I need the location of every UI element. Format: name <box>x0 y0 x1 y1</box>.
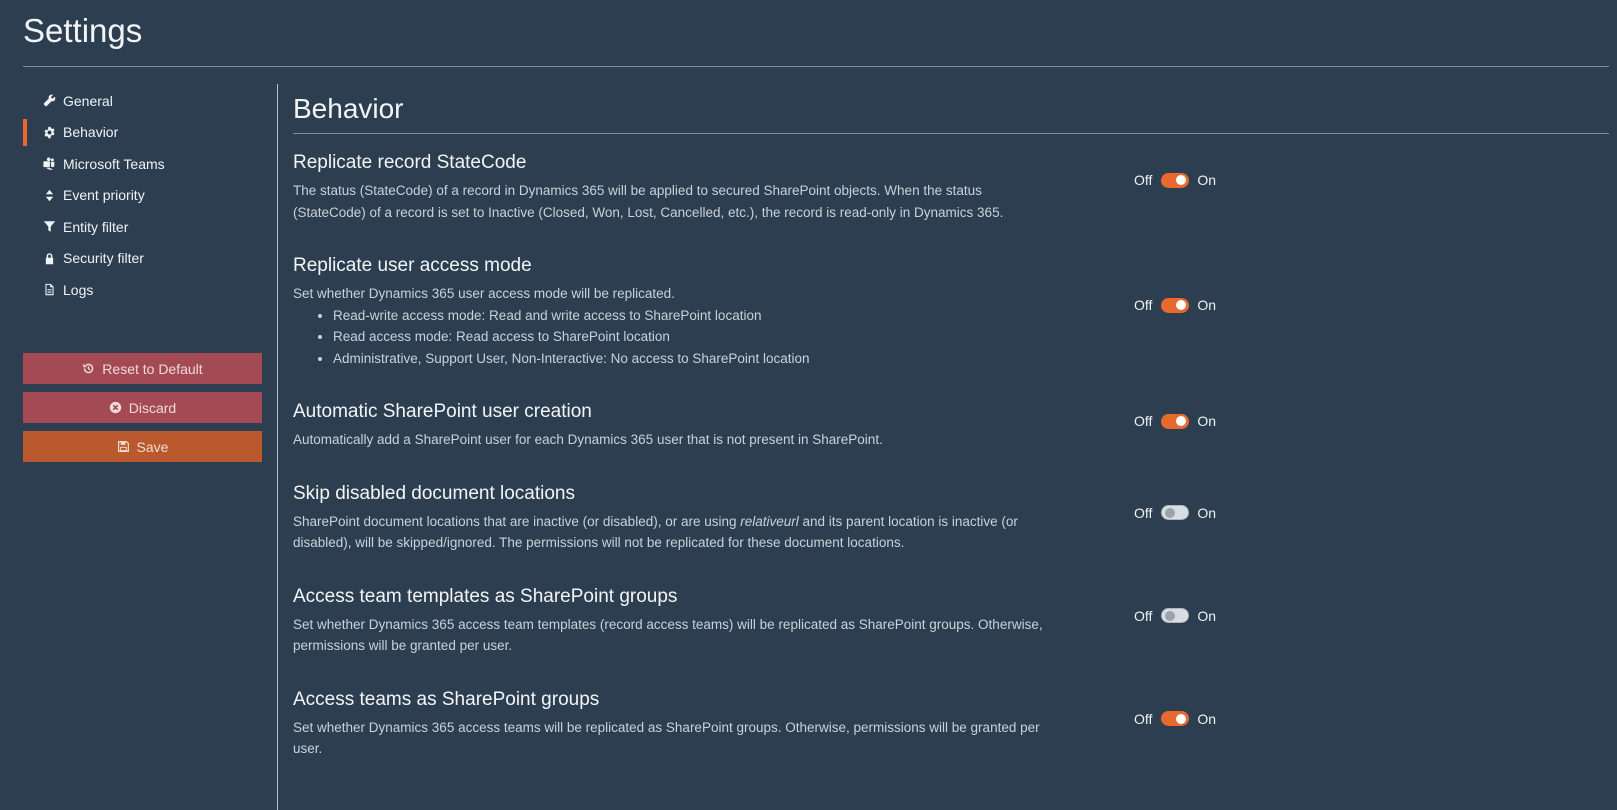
behavior-panel: Behavior Replicate record StateCode The … <box>293 84 1609 760</box>
toggle-on-label: On <box>1197 504 1217 521</box>
setting-title: Replicate user access mode <box>293 255 532 276</box>
floppy-disk-icon <box>117 441 129 452</box>
filter-icon <box>40 220 58 233</box>
lock-icon <box>40 252 58 265</box>
reset-to-default-button[interactable]: Reset to Default <box>23 353 262 384</box>
replicate-statecode-toggle[interactable] <box>1161 172 1190 188</box>
toggle-off-label: Off <box>1134 413 1153 429</box>
list-item: Read access mode: Read access to SharePo… <box>333 326 1043 348</box>
replicate-user-access-mode-toggle[interactable] <box>1161 297 1190 313</box>
discard-label: Discard <box>128 399 177 416</box>
sidebar-item-label: Security filter <box>63 250 144 267</box>
setting-description: The status (StateCode) of a record in Dy… <box>293 183 1004 220</box>
setting-title: Access team templates as SharePoint grou… <box>293 585 678 607</box>
access-teams-toggle[interactable] <box>1161 711 1190 726</box>
page-title: Settings <box>23 12 143 49</box>
toggle-off-label: Off <box>1134 607 1153 624</box>
toggle-knob <box>1176 416 1187 426</box>
setting-description: Set whether Dynamics 365 access team tem… <box>293 616 1043 654</box>
sidebar-item-microsoft-teams[interactable]: Microsoft Teams <box>23 148 263 180</box>
toggle-knob <box>1176 713 1187 724</box>
toggle-on-label: On <box>1197 413 1217 429</box>
sidebar-item-logs[interactable]: Logs <box>23 274 263 306</box>
toggle-knob <box>1176 175 1187 185</box>
sidebar-item-label: Event priority <box>63 187 145 204</box>
setting-replicate-user-access-mode: Replicate user access mode Set whether D… <box>293 253 1609 369</box>
setting-title: Automatic SharePoint user creation <box>293 401 592 422</box>
setting-access-teams: Access teams as SharePoint groups Set wh… <box>293 687 1609 760</box>
toggle-row: Off On <box>1134 297 1216 313</box>
setting-description: SharePoint document locations that are i… <box>293 513 1018 551</box>
toggle-knob <box>1164 507 1175 518</box>
sidebar-item-label: Logs <box>63 281 94 298</box>
section-divider <box>293 133 1609 134</box>
automatic-user-creation-toggle[interactable] <box>1161 413 1190 429</box>
toggle-row: Off On <box>1134 505 1216 521</box>
sidebar-item-general[interactable]: General <box>23 85 263 117</box>
setting-title: Access teams as SharePoint groups <box>293 688 600 710</box>
sidebar-item-entity-filter[interactable]: Entity filter <box>23 211 263 243</box>
relativeurl-term: relativeurl <box>740 513 799 529</box>
setting-automatic-user-creation: Automatic SharePoint user creation Autom… <box>293 399 1609 451</box>
setting-description: Set whether Dynamics 365 user access mod… <box>293 286 675 301</box>
toggle-off-label: Off <box>1134 172 1153 188</box>
toggle-off-label: Off <box>1134 297 1153 313</box>
sidebar-item-label: Entity filter <box>63 218 129 235</box>
section-title: Behavior <box>293 92 404 124</box>
action-buttons: Reset to Default Discard Save <box>23 353 262 470</box>
toggle-knob <box>1176 300 1187 310</box>
document-icon <box>40 283 58 296</box>
sidebar-item-label: Behavior <box>63 124 119 141</box>
setting-description: Set whether Dynamics 365 access teams wi… <box>293 719 1040 757</box>
sidebar-item-security-filter[interactable]: Security filter <box>23 243 263 275</box>
toggle-off-label: Off <box>1134 504 1153 521</box>
toggle-on-label: On <box>1197 297 1217 313</box>
toggle-row: Off On <box>1134 413 1216 429</box>
sidebar-item-event-priority[interactable]: Event priority <box>23 180 263 212</box>
close-circle-icon <box>109 401 121 414</box>
list-item: Read-write access mode: Read and write a… <box>333 305 1043 327</box>
title-divider <box>23 66 1609 67</box>
access-team-templates-toggle[interactable] <box>1161 608 1190 623</box>
toggle-row: Off On <box>1134 608 1216 624</box>
toggle-on-label: On <box>1197 607 1217 624</box>
sidebar-item-behavior[interactable]: Behavior <box>23 117 263 149</box>
toggle-on-label: On <box>1197 710 1217 727</box>
discard-button[interactable]: Discard <box>23 392 262 423</box>
list-item: Administrative, Support User, Non-Intera… <box>333 348 1043 370</box>
save-label: Save <box>136 438 169 455</box>
sidebar-divider <box>277 84 278 810</box>
sidebar-item-label: General <box>63 92 113 109</box>
skip-disabled-locations-toggle[interactable] <box>1161 505 1190 520</box>
toggle-off-label: Off <box>1134 710 1153 727</box>
save-button[interactable]: Save <box>23 431 262 462</box>
history-icon <box>83 363 94 374</box>
setting-skip-disabled-locations: Skip disabled document locations SharePo… <box>293 481 1609 554</box>
toggle-on-label: On <box>1197 172 1217 188</box>
gear-icon <box>40 126 58 139</box>
setting-title: Skip disabled document locations <box>293 482 576 504</box>
toggle-row: Off On <box>1134 172 1216 188</box>
toggle-knob <box>1164 610 1175 621</box>
teams-icon <box>40 157 58 171</box>
setting-description: Automatically add a SharePoint user for … <box>293 432 883 447</box>
setting-access-team-templates: Access team templates as SharePoint grou… <box>293 584 1609 657</box>
toggle-row: Off On <box>1134 711 1216 727</box>
sidebar-item-label: Microsoft Teams <box>63 155 165 172</box>
reset-to-default-label: Reset to Default <box>102 360 203 377</box>
sidebar-nav: General Behavior Microsoft Teams Event p… <box>23 85 263 306</box>
wrench-icon <box>40 94 58 107</box>
setting-title: Replicate record StateCode <box>293 152 527 173</box>
sort-icon <box>40 189 58 202</box>
access-mode-list: Read-write access mode: Read and write a… <box>293 305 1043 370</box>
setting-replicate-statecode: Replicate record StateCode The status (S… <box>293 150 1609 223</box>
